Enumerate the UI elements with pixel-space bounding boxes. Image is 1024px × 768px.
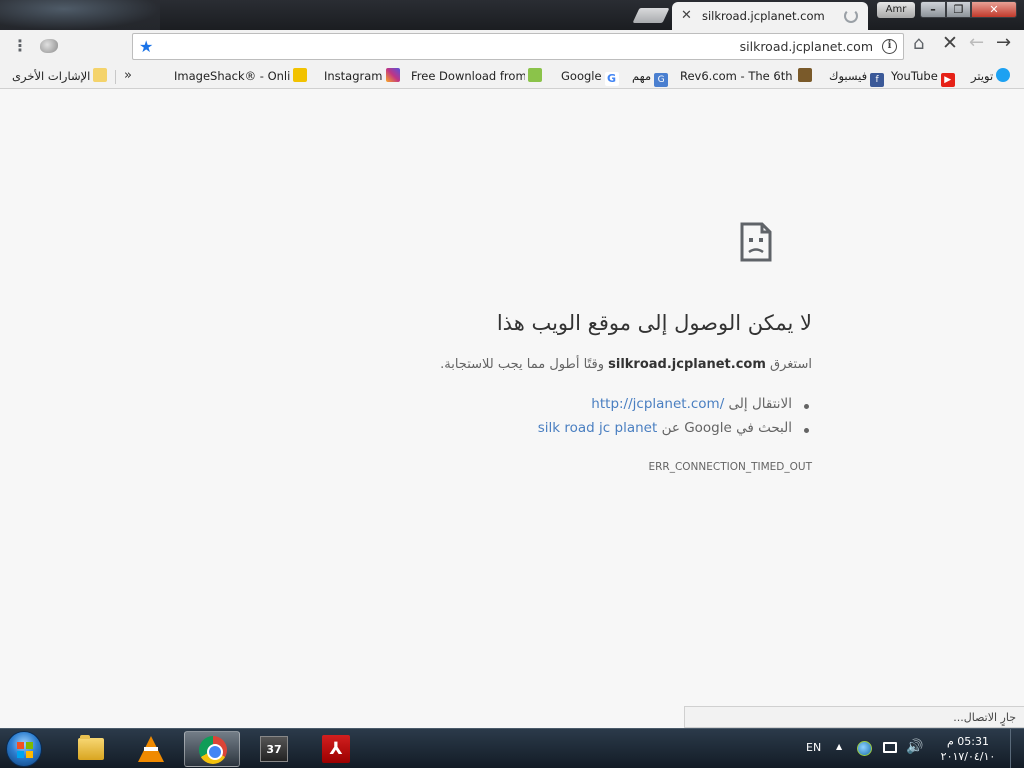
windows-logo-icon xyxy=(17,742,33,758)
bookmarks-separator xyxy=(115,70,116,84)
bookmark-rev6[interactable]: Rev6.com - The 6th R xyxy=(680,68,820,84)
bookmark-label: ImageShack® - Onlin xyxy=(174,69,290,83)
bookmark-star-icon[interactable]: ★ xyxy=(139,37,153,56)
site-info-icon[interactable]: i xyxy=(882,39,897,54)
show-desktop-button[interactable] xyxy=(1010,729,1024,768)
bookmark-twitter[interactable]: تويتر xyxy=(971,68,1013,84)
minimize-button[interactable]: – xyxy=(920,1,946,18)
bookmark-label: Rev6.com - The 6th R xyxy=(680,69,795,83)
taskbar-acrobat[interactable]: ⅄ xyxy=(308,731,364,767)
error-title: لا يمكن الوصول إلى موقع الويب هذا xyxy=(496,311,812,335)
title-bar: ✕ silkroad.jcplanet.com Amr – ❐ ✕ xyxy=(0,0,1024,30)
android-icon xyxy=(528,68,542,82)
other-bookmarks[interactable]: الإشارات الأخرى xyxy=(12,68,110,84)
error-host: silkroad.jcplanet.com xyxy=(608,357,766,372)
extension-icon[interactable] xyxy=(40,39,58,53)
suggestion-list: الانتقال إلى http://jcplanet.com/ البحث … xyxy=(538,396,812,444)
profile-button[interactable]: Amr xyxy=(877,2,915,18)
loading-spinner-icon xyxy=(844,9,858,23)
bookmark-label: Google xyxy=(561,69,602,83)
network-monitor-icon[interactable] xyxy=(883,742,897,753)
bookmarks-overflow-icon[interactable]: » xyxy=(124,68,132,83)
error-code: ERR_CONNECTION_TIMED_OUT xyxy=(648,461,812,473)
bookmark-facebook[interactable]: فيسبوك f xyxy=(829,68,887,87)
suggestion-prefix: الانتقال إلى xyxy=(728,396,792,412)
browser-toolbar: ⋮ ★ silkroad.jcplanet.com i ⌂ ✕ ← → xyxy=(0,30,1024,63)
error-desc-suffix: وقتًا أطول مما يجب للاستجابة. xyxy=(440,357,604,372)
taskbar-explorer[interactable] xyxy=(62,731,118,767)
clock-time: 05:31 م xyxy=(946,735,989,748)
bookmark-google[interactable]: Google G xyxy=(561,68,622,86)
sad-page-icon xyxy=(740,222,772,262)
suggestion-prefix: البحث في Google عن xyxy=(661,420,792,436)
rev6-icon xyxy=(798,68,812,82)
suggestion-item: البحث في Google عن silk road jc planet xyxy=(538,420,812,444)
system-clock[interactable]: 05:31 م ٢٠١٧/٠٤/١٠ xyxy=(935,734,1001,764)
language-indicator[interactable]: EN xyxy=(806,741,821,754)
stop-loading-icon[interactable]: ✕ xyxy=(942,34,958,53)
new-tab-button[interactable] xyxy=(632,8,670,23)
maximize-button[interactable]: ❐ xyxy=(946,1,971,18)
imageshack-icon xyxy=(293,68,307,82)
taskbar-media[interactable]: 37 xyxy=(246,731,302,767)
folder-icon xyxy=(78,735,104,760)
chrome-icon xyxy=(199,736,227,764)
google-search-link[interactable]: silk road jc planet xyxy=(538,420,658,436)
taskbar-vlc[interactable] xyxy=(122,731,178,767)
menu-dots-icon[interactable]: ⋮ xyxy=(12,38,28,54)
status-bubble: جارٍ الاتصال... xyxy=(684,706,1024,728)
other-bookmarks-label: الإشارات الأخرى xyxy=(12,69,91,83)
bookmark-important[interactable]: مهم G xyxy=(632,68,671,87)
facebook-icon: f xyxy=(870,73,885,87)
taskbar-chrome[interactable] xyxy=(184,731,240,767)
homepage-link[interactable]: http://jcplanet.com/ xyxy=(591,396,724,412)
active-tab[interactable]: ✕ silkroad.jcplanet.com xyxy=(672,2,868,30)
taskbar: 37 ⅄ EN ▲ 🔊 05:31 م ٢٠١٧/٠٤/١٠ xyxy=(0,728,1024,768)
error-desc-prefix: استغرق xyxy=(770,357,812,372)
bookmark-label: مهم xyxy=(632,69,652,83)
translate-icon: G xyxy=(654,73,669,87)
bookmarks-bar: تويتر YouTube ▶ فيسبوك f Rev6.com - The 6t… xyxy=(0,63,1024,89)
tab-close-icon[interactable]: ✕ xyxy=(681,9,695,23)
home-icon[interactable]: ⌂ xyxy=(913,35,924,53)
forward-arrow-icon[interactable]: → xyxy=(996,34,1011,52)
bookmark-imageshack[interactable]: ImageShack® - Onlin xyxy=(174,68,318,84)
bookmark-label: Instagram xyxy=(324,69,383,83)
back-arrow-icon[interactable]: ← xyxy=(969,34,984,52)
close-window-button[interactable]: ✕ xyxy=(971,1,1017,18)
acrobat-icon: ⅄ xyxy=(322,735,350,763)
bookmark-instagram[interactable]: Instagram xyxy=(324,68,403,84)
folder-icon xyxy=(93,68,108,82)
bookmark-label: تويتر xyxy=(971,69,994,83)
twitter-icon xyxy=(996,68,1011,82)
bookmark-free-download[interactable]: Free Download from xyxy=(411,68,553,84)
bookmark-label: Free Download from xyxy=(411,69,525,83)
bookmark-label: YouTube xyxy=(891,69,938,83)
bookmark-youtube[interactable]: YouTube ▶ xyxy=(891,68,958,87)
clock-date: ٢٠١٧/٠٤/١٠ xyxy=(940,750,996,763)
network-globe-icon[interactable] xyxy=(857,741,872,756)
url-text[interactable]: silkroad.jcplanet.com xyxy=(740,39,873,54)
address-bar[interactable]: ★ silkroad.jcplanet.com i xyxy=(132,33,904,60)
vlc-stripe xyxy=(144,747,158,751)
media-player-icon: 37 xyxy=(260,736,288,762)
instagram-icon xyxy=(385,68,400,82)
start-button[interactable] xyxy=(6,731,42,767)
youtube-icon: ▶ xyxy=(940,73,955,87)
google-icon: G xyxy=(604,72,619,86)
suggestion-item: الانتقال إلى http://jcplanet.com/ xyxy=(538,396,812,420)
tray-expand-icon[interactable]: ▲ xyxy=(836,742,842,751)
volume-icon[interactable]: 🔊 xyxy=(906,739,923,755)
bookmark-label: فيسبوك xyxy=(829,69,868,83)
tab-title: silkroad.jcplanet.com xyxy=(702,9,825,23)
title-bar-glow xyxy=(0,0,160,30)
error-description: استغرق silkroad.jcplanet.com وقتًا أطول … xyxy=(440,357,812,372)
